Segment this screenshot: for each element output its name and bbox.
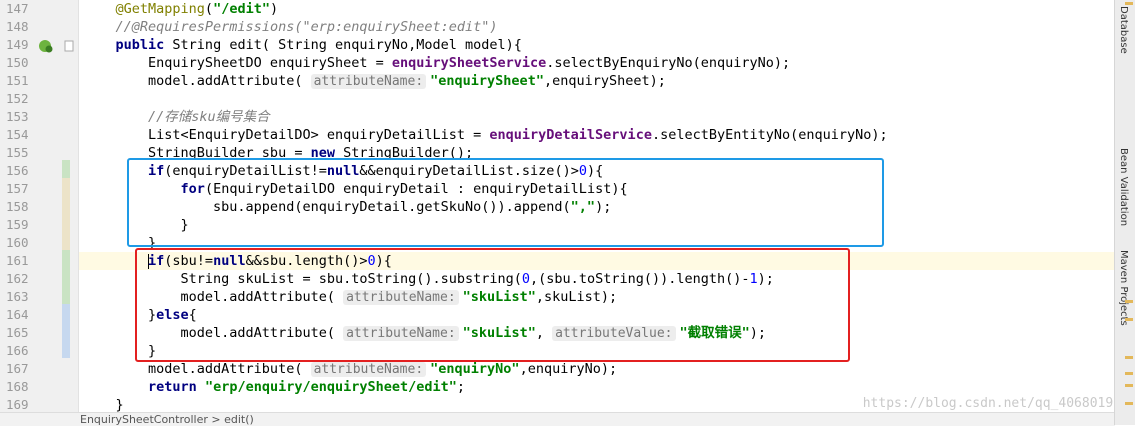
- code-token: //存储sku编号集合: [148, 109, 270, 125]
- parameter-hint: attributeName:: [310, 362, 427, 377]
- code-token: ,enquirySheet);: [543, 73, 666, 89]
- line-number: 165: [6, 325, 29, 340]
- line-number: 150: [6, 55, 29, 70]
- line-number: 163: [6, 289, 29, 304]
- code-line[interactable]: return "erp/enquiry/enquirySheet/edit";: [79, 378, 1115, 396]
- code-line[interactable]: EnquirySheetDO enquirySheet = enquiryShe…: [79, 54, 1115, 72]
- scrollbar-marker[interactable]: [1125, 300, 1133, 303]
- change-marker: [62, 178, 70, 250]
- code-token: model.addAttribute(: [83, 73, 311, 89]
- scrollbar-marker[interactable]: [1125, 402, 1133, 405]
- line-number: 151: [6, 73, 29, 88]
- code-token: ,enquiryNo);: [519, 361, 618, 377]
- code-token: .selectByEnquiryNo(enquiryNo);: [546, 55, 791, 71]
- code-line[interactable]: //存储sku编号集合: [79, 108, 1115, 126]
- code-token: }: [83, 397, 124, 412]
- code-token: model.addAttribute(: [83, 361, 311, 377]
- line-number: 161: [6, 253, 29, 268]
- line-number: 159: [6, 217, 29, 232]
- fold-icon[interactable]: [64, 40, 74, 52]
- code-line[interactable]: model.addAttribute( attributeName: "enqui…: [79, 360, 1115, 378]
- highlight-box-blue: [127, 158, 884, 247]
- code-token: public: [115, 37, 165, 53]
- line-number: 155: [6, 145, 29, 160]
- line-number: 162: [6, 271, 29, 286]
- code-line[interactable]: public String edit( String enquiryNo,Mod…: [79, 36, 1115, 54]
- line-number: 166: [6, 343, 29, 358]
- line-number: 156: [6, 163, 29, 178]
- line-number: 148: [6, 19, 29, 34]
- line-number: 167: [6, 361, 29, 376]
- spring-bean-icon[interactable]: [38, 38, 54, 54]
- code-line[interactable]: //@RequiresPermissions("erp:enquirySheet…: [79, 18, 1115, 36]
- line-number: 164: [6, 307, 29, 322]
- tool-window-database[interactable]: Database: [1118, 6, 1129, 54]
- code-token: EnquirySheetDO enquirySheet =: [83, 55, 392, 71]
- right-tool-window-bar: Database Bean Validation Maven Projects: [1114, 0, 1135, 425]
- line-number: 168: [6, 379, 29, 394]
- tool-window-bean-validation[interactable]: Bean Validation: [1118, 148, 1129, 226]
- line-number: 153: [6, 109, 29, 124]
- parameter-hint: attributeName:: [310, 74, 427, 89]
- code-token: "enquirySheet": [430, 73, 544, 89]
- code-token: //@RequiresPermissions("erp:enquirySheet…: [115, 19, 498, 35]
- line-number: 147: [6, 1, 29, 16]
- line-number: 149: [6, 37, 29, 52]
- code-token: ): [269, 1, 279, 17]
- change-marker: [62, 304, 70, 358]
- code-token: .selectByEntityNo(enquiryNo);: [651, 127, 888, 143]
- line-number: 157: [6, 181, 29, 196]
- scrollbar-marker[interactable]: [1125, 2, 1133, 5]
- watermark-url: https://blog.csdn.net/qq_40680190: [862, 396, 1121, 411]
- change-marker: [62, 160, 70, 178]
- line-number: 154: [6, 127, 29, 142]
- code-token: enquirySheetService: [391, 55, 547, 71]
- code-token: return: [148, 379, 197, 395]
- code-line[interactable]: List<EnquiryDetailDO> enquiryDetailList …: [79, 126, 1115, 144]
- code-token: "enquiryNo": [430, 361, 520, 377]
- code-token: List<EnquiryDetailDO> enquiryDetailList …: [83, 127, 490, 143]
- tool-window-maven-projects[interactable]: Maven Projects: [1118, 250, 1129, 326]
- code-token: ;: [456, 379, 466, 395]
- scrollbar-marker[interactable]: [1125, 318, 1133, 321]
- scrollbar-marker[interactable]: [1125, 372, 1133, 375]
- highlight-box-red: [135, 248, 850, 362]
- code-line[interactable]: [79, 90, 1115, 108]
- code-token: (: [204, 1, 214, 17]
- code-token: @GetMapping: [115, 1, 205, 17]
- scrollbar-marker[interactable]: [1125, 384, 1133, 387]
- change-marker: [62, 250, 70, 304]
- code-token: "/edit": [213, 1, 270, 17]
- scrollbar-marker[interactable]: [1125, 356, 1133, 359]
- line-number: 160: [6, 235, 29, 250]
- code-token: enquiryDetailService: [489, 127, 652, 143]
- code-line[interactable]: model.addAttribute( attributeName: "enqui…: [79, 72, 1115, 90]
- code-token: "erp/enquiry/enquirySheet/edit": [204, 379, 457, 395]
- code-line[interactable]: @GetMapping("/edit"): [79, 0, 1115, 18]
- line-number: 158: [6, 199, 29, 214]
- code-token: String edit( String enquiryNo,Model mode…: [164, 37, 522, 53]
- line-number: 152: [6, 91, 29, 106]
- editor-gutter: 147 148 149 150 151 152 153 154 155 156 157 158 159 1…: [0, 0, 79, 425]
- breadcrumb[interactable]: EnquirySheetController > edit(): [0, 412, 1115, 426]
